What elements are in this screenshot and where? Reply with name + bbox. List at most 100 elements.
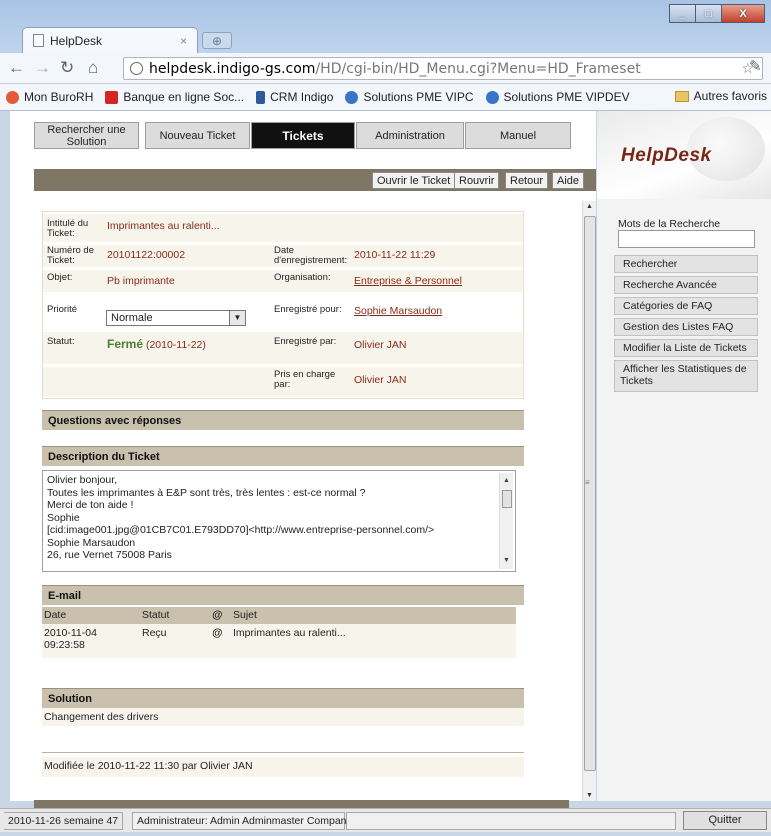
email-table: Date Statut @ Sujet 2010-11-04 09:23:58 … bbox=[42, 607, 516, 658]
tab-rechercher-solution[interactable]: Rechercher une Solution bbox=[34, 122, 139, 149]
window-controls: _ □ X bbox=[669, 4, 765, 23]
tab-manuel[interactable]: Manuel bbox=[465, 122, 571, 149]
scroll-down-icon[interactable]: ▼ bbox=[503, 555, 510, 568]
ticket-content: Intitulé du Ticket: Imprimantes au ralen… bbox=[34, 201, 596, 801]
close-window-button[interactable]: X bbox=[721, 4, 765, 23]
scroll-up-icon[interactable]: ▲ bbox=[586, 203, 593, 210]
home-icon[interactable]: ⌂ bbox=[88, 58, 98, 78]
registered-by-value: Olivier JAN bbox=[354, 339, 407, 351]
bookmark-label: CRM Indigo bbox=[270, 90, 334, 104]
ticket-details: Intitulé du Ticket: Imprimantes au ralen… bbox=[42, 211, 524, 399]
scroll-thumb[interactable] bbox=[584, 216, 596, 771]
admin-info: Administrateur: Admin Adminmaster Compan… bbox=[132, 812, 352, 830]
tab-nouveau-ticket[interactable]: Nouveau Ticket bbox=[145, 122, 250, 149]
registered-for-link[interactable]: Sophie Marsaudon bbox=[354, 305, 442, 317]
tab-label: Administration bbox=[375, 130, 445, 142]
email-subject[interactable]: Imprimantes au ralenti... bbox=[233, 627, 346, 639]
ticket-number-value: 20101122:00002 bbox=[107, 249, 186, 261]
organisation-link[interactable]: Entreprise & Personnel bbox=[354, 275, 462, 287]
tab-close-icon[interactable]: × bbox=[180, 34, 187, 48]
modified-info: Modifiée le 2010-11-22 11:30 par Olivier… bbox=[42, 757, 524, 777]
scroll-up-icon[interactable]: ▲ bbox=[503, 475, 510, 488]
tab-label: Rechercher une Solution bbox=[47, 124, 126, 148]
ticket-statistics-button[interactable]: Afficher les Statistiques de Tickets bbox=[614, 360, 758, 392]
url-path: /HD/cgi-bin/HD_Menu.cgi?Menu=HD_Frameset bbox=[315, 60, 641, 77]
email-date-time: 09:23:58 bbox=[44, 639, 85, 651]
attachment-icon: @ bbox=[212, 609, 223, 621]
detail-row: Numéro de Ticket: 20101122:00002 Date d'… bbox=[43, 245, 523, 267]
new-tab-button[interactable]: ⊕ bbox=[202, 32, 232, 49]
faq-lists-button[interactable]: Gestion des Listes FAQ bbox=[614, 318, 758, 336]
main-scrollbar[interactable]: ▲ ≡ ▼ bbox=[582, 201, 596, 801]
bookmark-crm-indigo[interactable]: CRM Indigo bbox=[256, 90, 333, 104]
registration-date-value: 2010-11-22 11:29 bbox=[354, 249, 436, 261]
back-button[interactable]: Retour bbox=[505, 172, 549, 189]
description-section: Description du Ticket bbox=[42, 446, 524, 466]
status-label: Statut: bbox=[47, 336, 75, 347]
browser-tab[interactable]: HelpDesk × bbox=[22, 27, 198, 53]
tab-tickets[interactable]: Tickets bbox=[251, 122, 355, 149]
faq-categories-button[interactable]: Catégories de FAQ bbox=[614, 297, 758, 315]
questions-section: Questions avec réponses bbox=[42, 410, 524, 430]
detail-row: Pris en charge par: Olivier JAN bbox=[43, 367, 523, 397]
advanced-search-button[interactable]: Recherche Avancée bbox=[614, 276, 758, 294]
minimize-button[interactable]: _ bbox=[669, 4, 696, 23]
divider bbox=[42, 752, 524, 753]
detail-row: Statut: Fermé (2010-11-22) Enregistré pa… bbox=[43, 332, 523, 364]
registered-by-label: Enregistré par: bbox=[274, 336, 337, 347]
bookmark-pme-vipc[interactable]: Solutions PME VIPC bbox=[345, 90, 474, 104]
description-line: [cid:image001.jpg@01CB7C01.E793DD70]<htt… bbox=[47, 524, 435, 536]
tab-administration[interactable]: Administration bbox=[356, 122, 464, 149]
email-section: E-mail bbox=[42, 585, 524, 605]
reload-icon[interactable]: ↻ bbox=[60, 58, 74, 78]
tab-title: HelpDesk bbox=[50, 33, 103, 48]
forward-arrow-icon[interactable]: → bbox=[34, 58, 51, 78]
status-word: Fermé bbox=[107, 337, 144, 351]
registered-for-label: Enregistré pour: bbox=[274, 304, 342, 315]
email-heading: E-mail bbox=[42, 585, 524, 605]
solution-section: Solution bbox=[42, 688, 524, 708]
bookmark-pme-vipdev[interactable]: Solutions PME VIPDEV bbox=[485, 90, 630, 104]
organisation-label: Organisation: bbox=[274, 272, 331, 283]
priority-value: Normale bbox=[111, 312, 153, 324]
handled-by-label: Pris en charge par: bbox=[274, 369, 336, 390]
priority-label: Priorité bbox=[47, 304, 78, 315]
modify-ticket-list-button[interactable]: Modifier la Liste de Tickets bbox=[614, 339, 758, 357]
search-label: Mots de la Recherche bbox=[618, 218, 721, 230]
open-ticket-button[interactable]: Ouvrir le Ticket bbox=[372, 172, 456, 189]
status-empty bbox=[346, 812, 676, 830]
search-input[interactable] bbox=[618, 230, 755, 248]
maximize-button[interactable]: □ bbox=[695, 4, 722, 23]
scroll-down-icon[interactable]: ▼ bbox=[586, 792, 593, 799]
description-scrollbar[interactable]: ▲ ▼ bbox=[499, 473, 513, 569]
vipc-icon bbox=[345, 90, 359, 104]
status-value: Fermé (2010-11-22) bbox=[107, 337, 206, 351]
wrench-icon[interactable]: ✎ bbox=[749, 57, 762, 75]
table-row[interactable]: 2010-11-04 09:23:58 Reçu @ Imprimantes a… bbox=[42, 624, 516, 658]
search-button[interactable]: Rechercher bbox=[614, 255, 758, 273]
object-value: Pb imprimante bbox=[107, 275, 175, 287]
back-arrow-icon[interactable]: ← bbox=[8, 58, 25, 78]
attachment-icon[interactable]: @ bbox=[212, 627, 222, 639]
address-bar[interactable]: helpdesk.indigo-gs.com /HD/cgi-bin/HD_Me… bbox=[123, 57, 763, 80]
help-button[interactable]: Aide bbox=[552, 172, 585, 189]
description-textarea[interactable]: Olivier bonjour, Toutes les imprimantes … bbox=[42, 470, 516, 572]
email-status: Reçu bbox=[142, 627, 167, 639]
bookmark-mon-burorh[interactable]: Mon BuroRH bbox=[6, 90, 93, 104]
quit-button[interactable]: Quitter bbox=[683, 811, 767, 830]
tab-label: Nouveau Ticket bbox=[159, 130, 236, 142]
questions-heading: Questions avec réponses bbox=[42, 410, 524, 430]
other-bookmarks[interactable]: Autres favoris bbox=[674, 89, 767, 103]
description-line: Olivier bonjour, bbox=[47, 474, 118, 486]
description-line: Sophie Marsaudon bbox=[47, 536, 136, 549]
priority-select[interactable]: Normale ▼ bbox=[106, 310, 246, 326]
scroll-thumb[interactable] bbox=[502, 490, 512, 508]
sidebar: HelpDesk Mots de la Recherche Rechercher… bbox=[597, 111, 771, 801]
tab-label: Manuel bbox=[499, 130, 537, 142]
chevron-down-icon[interactable]: ▼ bbox=[229, 311, 245, 325]
partial-action-bar bbox=[34, 800, 569, 808]
bookmark-banque[interactable]: Banque en ligne Soc... bbox=[105, 90, 244, 104]
reopen-button[interactable]: Rouvrir bbox=[454, 172, 500, 189]
col-subject: Sujet bbox=[233, 609, 257, 621]
description-line: 26, rue Vernet 75008 Paris bbox=[47, 549, 172, 561]
